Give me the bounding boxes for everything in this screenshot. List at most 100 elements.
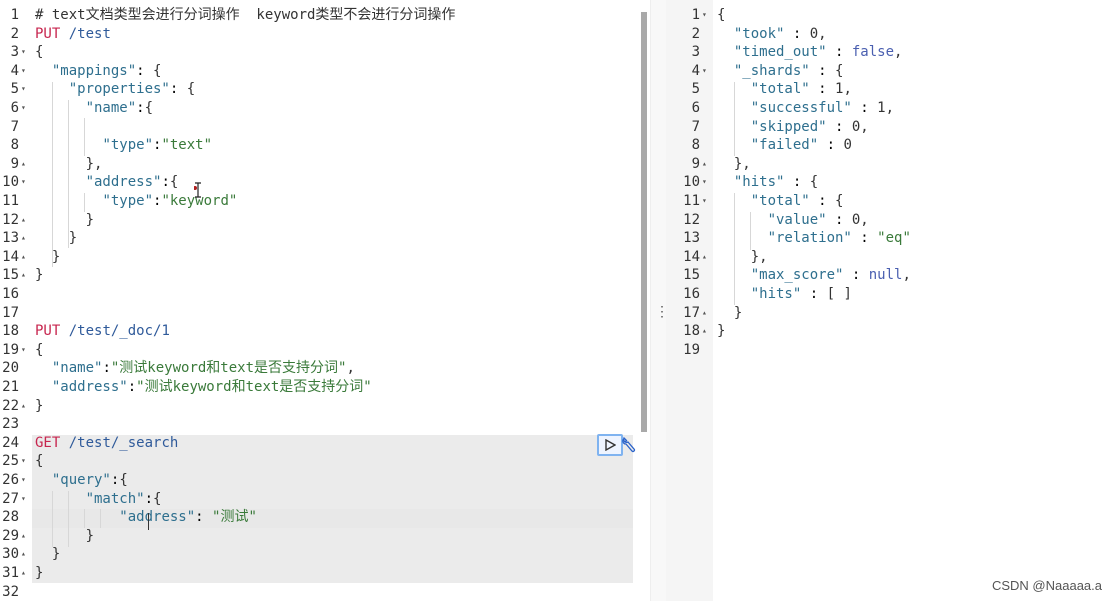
fold-close-icon[interactable]: ▴ bbox=[702, 304, 707, 323]
line-number: 8 bbox=[10, 137, 19, 154]
fold-close-icon[interactable]: ▴ bbox=[21, 397, 26, 416]
code-line: 20 "name":"测试keyword和text是否支持分词", bbox=[0, 359, 650, 378]
play-icon bbox=[605, 439, 616, 451]
line-number: 10 bbox=[2, 174, 19, 191]
fold-close-icon[interactable]: ▴ bbox=[21, 266, 26, 285]
fold-close-icon[interactable]: ▴ bbox=[702, 248, 707, 267]
line-number: 18 bbox=[2, 323, 19, 340]
code-text: "_shards" : { bbox=[733, 62, 844, 79]
code-line: 29 ▴ } bbox=[0, 527, 650, 546]
code-line: 9 ▴ }, bbox=[666, 155, 1116, 174]
fold-open-icon[interactable]: ▾ bbox=[702, 6, 707, 25]
code-text: "took" : 0, bbox=[733, 25, 827, 42]
request-settings-button[interactable] bbox=[621, 435, 637, 453]
fold-close-icon[interactable]: ▴ bbox=[21, 545, 26, 564]
line-number: 12 bbox=[2, 211, 19, 228]
line-number: 26 bbox=[2, 472, 19, 488]
code-line: 14 ▴ } bbox=[0, 248, 650, 267]
line-number: 22 bbox=[2, 397, 19, 414]
code-text: "query":{ bbox=[51, 472, 128, 488]
code-line: 32 bbox=[0, 583, 650, 601]
code-line: 7 bbox=[0, 118, 650, 137]
code-line: 10 ▾ "hits" : { bbox=[666, 173, 1116, 192]
line-number: 18 bbox=[683, 323, 700, 340]
fold-close-icon[interactable]: ▴ bbox=[21, 564, 26, 583]
fold-open-icon[interactable]: ▾ bbox=[21, 452, 26, 471]
line-number: 2 bbox=[10, 25, 19, 42]
code-line: 15 ▴} bbox=[0, 266, 650, 285]
line-number: 19 bbox=[2, 341, 19, 358]
fold-close-icon[interactable]: ▴ bbox=[21, 527, 26, 546]
line-number: 4 bbox=[691, 62, 700, 79]
code-line: 22 ▴} bbox=[0, 397, 650, 416]
line-number: 7 bbox=[691, 118, 700, 135]
send-request-button[interactable] bbox=[597, 434, 623, 456]
line-number: 13 bbox=[683, 230, 700, 247]
indent-guide bbox=[734, 82, 735, 156]
fold-close-icon[interactable]: ▴ bbox=[702, 155, 707, 174]
line-number: 12 bbox=[683, 211, 700, 228]
code-text: # text文档类型会进行分词操作 keyword类型不会进行分词操作 bbox=[35, 7, 456, 23]
fold-open-icon[interactable]: ▾ bbox=[21, 62, 26, 81]
code-line: 9 ▴ }, bbox=[0, 155, 650, 174]
line-number: 14 bbox=[683, 248, 700, 265]
code-text: }, bbox=[717, 155, 751, 172]
code-text: "max_score" : null, bbox=[750, 267, 911, 284]
code-text: { bbox=[35, 453, 44, 470]
code-line: 16 bbox=[0, 285, 650, 304]
fold-open-icon[interactable]: ▾ bbox=[21, 173, 26, 192]
fold-open-icon[interactable]: ▾ bbox=[702, 192, 707, 211]
code-line: 21 "address":"测试keyword和text是否支持分词" bbox=[0, 378, 650, 397]
code-line: 3 "timed_out" : false, bbox=[666, 43, 1116, 62]
fold-open-icon[interactable]: ▾ bbox=[21, 471, 26, 490]
indent-guide bbox=[84, 193, 85, 212]
fold-close-icon[interactable]: ▴ bbox=[21, 211, 26, 230]
code-line: 31 ▴} bbox=[0, 564, 650, 583]
fold-close-icon[interactable]: ▴ bbox=[21, 229, 26, 248]
line-number: 11 bbox=[2, 193, 19, 209]
code-line: 4 ▾ "mappings": { bbox=[0, 62, 650, 81]
code-text: "name":"测试keyword和text是否支持分词", bbox=[51, 360, 355, 377]
line-number: 5 bbox=[10, 81, 19, 98]
code-line: 1 # text文档类型会进行分词操作 keyword类型不会进行分词操作 bbox=[0, 6, 650, 25]
code-text: GET /test/_search bbox=[35, 434, 179, 451]
code-line: 11 "type":"keyword" bbox=[0, 192, 650, 211]
code-text: "address":{ bbox=[85, 174, 179, 191]
fold-open-icon[interactable]: ▾ bbox=[21, 43, 26, 62]
line-number: 10 bbox=[683, 174, 700, 191]
code-text: "relation" : "eq" bbox=[767, 230, 911, 247]
line-number: 25 bbox=[2, 453, 19, 470]
response-pane: 1 ▾{2 "took" : 0, 3 "timed_out" : false, 4 ▾… bbox=[666, 0, 1116, 601]
code-text: "skipped" : 0, bbox=[750, 118, 869, 135]
fold-close-icon[interactable]: ▴ bbox=[702, 322, 707, 341]
request-editor-pane[interactable]: 1 # text文档类型会进行分词操作 keyword类型不会进行分词操作 2 PUT… bbox=[0, 0, 650, 601]
code-line: 2 "took" : 0, bbox=[666, 25, 1116, 44]
code-text: "match":{ bbox=[85, 490, 162, 507]
line-number: 16 bbox=[683, 286, 700, 302]
fold-close-icon[interactable]: ▴ bbox=[21, 248, 26, 267]
fold-close-icon[interactable]: ▴ bbox=[21, 155, 26, 174]
code-line: 27 ▾ "match":{ bbox=[0, 490, 650, 509]
code-text: "successful" : 1, bbox=[750, 100, 895, 116]
code-text: } bbox=[35, 248, 61, 265]
code-line: 28 "address": "测试" bbox=[0, 508, 650, 527]
indent-guide bbox=[52, 491, 53, 547]
code-line: 8 "type":"text" bbox=[0, 136, 650, 155]
fold-open-icon[interactable]: ▾ bbox=[21, 80, 26, 99]
code-text: } bbox=[35, 230, 78, 247]
line-number: 5 bbox=[691, 81, 700, 98]
fold-open-icon[interactable]: ▾ bbox=[21, 341, 26, 360]
code-text: { bbox=[35, 341, 44, 358]
line-number: 9 bbox=[10, 155, 19, 172]
line-number: 1 bbox=[691, 7, 700, 23]
fold-open-icon[interactable]: ▾ bbox=[21, 490, 26, 509]
fold-open-icon[interactable]: ▾ bbox=[702, 173, 707, 192]
indent-guide bbox=[750, 212, 751, 250]
watermark-text: CSDN @Naaaaa.a bbox=[991, 578, 1102, 593]
wrench-icon bbox=[622, 436, 636, 453]
line-number: 17 bbox=[2, 304, 19, 321]
fold-open-icon[interactable]: ▾ bbox=[702, 62, 707, 81]
code-text: "timed_out" : false, bbox=[733, 44, 903, 61]
editor-scrollbar[interactable] bbox=[641, 12, 647, 432]
fold-open-icon[interactable]: ▾ bbox=[21, 99, 26, 118]
